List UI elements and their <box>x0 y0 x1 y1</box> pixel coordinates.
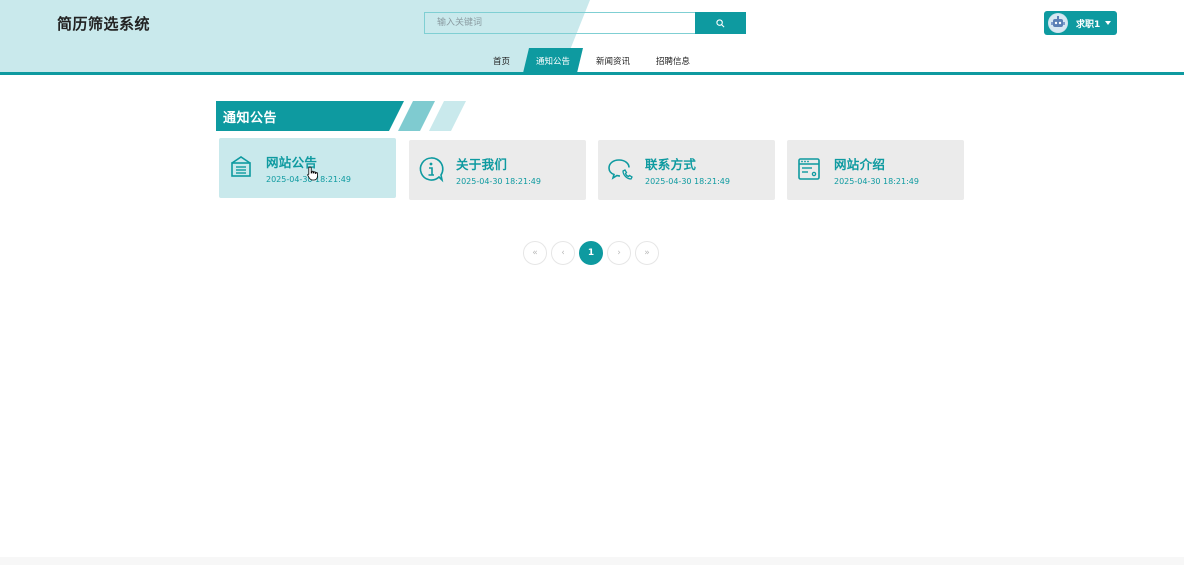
notice-card-title: 关于我们 <box>456 157 508 172</box>
user-menu-button[interactable]: 求职1 <box>1044 11 1117 35</box>
user-name: 求职1 <box>1076 19 1101 30</box>
chevron-down-icon <box>1105 21 1112 25</box>
next-page-button[interactable]: › <box>607 241 631 265</box>
site-title: 简历筛选系统 <box>57 15 151 33</box>
nav-item-news[interactable]: 新闻资讯 <box>583 48 643 73</box>
search-button[interactable] <box>695 12 746 34</box>
page: 简历筛选系统 输入关键词 求职1 首页 通知公告 新闻资讯 招聘信息 通知公告 … <box>0 0 1184 565</box>
nav-item-label: 招聘信息 <box>655 56 690 67</box>
info-icon <box>419 157 444 183</box>
header-divider <box>0 72 1184 75</box>
nav-item-notices[interactable]: 通知公告 <box>523 48 583 73</box>
notice-card[interactable]: 网站介绍 2025-04-30 18:21:49 <box>787 140 964 200</box>
section-header: 通知公告 <box>216 101 476 131</box>
avatar <box>1048 13 1068 33</box>
section-title: 通知公告 <box>223 111 278 126</box>
notice-card-title: 网站介绍 <box>834 157 886 172</box>
chat-phone-icon <box>608 159 633 180</box>
main-nav: 首页 通知公告 新闻资讯 招聘信息 <box>480 48 703 73</box>
notice-card[interactable]: 联系方式 2025-04-30 18:21:49 <box>598 140 775 200</box>
nav-item-label: 首页 <box>492 56 510 67</box>
notice-card-date: 2025-04-30 18:21:49 <box>834 177 919 186</box>
nav-item-label: 新闻资讯 <box>595 56 630 67</box>
footer-strip <box>0 557 1184 565</box>
announcement-icon <box>231 156 251 177</box>
browser-window-icon <box>798 158 820 180</box>
notice-card-date: 2025-04-30 18:21:49 <box>645 177 730 186</box>
notice-card-date: 2025-04-30 18:21:49 <box>456 177 541 186</box>
header: 简历筛选系统 输入关键词 求职1 首页 通知公告 新闻资讯 招聘信息 <box>0 0 1184 75</box>
hand-cursor-icon <box>307 166 318 181</box>
prev-page-button[interactable]: ‹ <box>551 241 575 265</box>
nav-item-home[interactable]: 首页 <box>480 48 523 73</box>
search-box <box>424 12 746 34</box>
avatar-robot-icon <box>1049 14 1067 32</box>
search-icon <box>716 18 725 27</box>
current-page-button[interactable]: 1 <box>579 241 603 265</box>
nav-item-jobs[interactable]: 招聘信息 <box>643 48 703 73</box>
pagination: « ‹ 1 › » <box>523 241 659 265</box>
search-input[interactable] <box>424 12 696 34</box>
nav-item-label: 通知公告 <box>535 56 570 67</box>
notice-card[interactable]: 关于我们 2025-04-30 18:21:49 <box>409 140 586 200</box>
notice-card-title: 联系方式 <box>645 157 697 172</box>
first-page-button[interactable]: « <box>523 241 547 265</box>
last-page-button[interactable]: » <box>635 241 659 265</box>
